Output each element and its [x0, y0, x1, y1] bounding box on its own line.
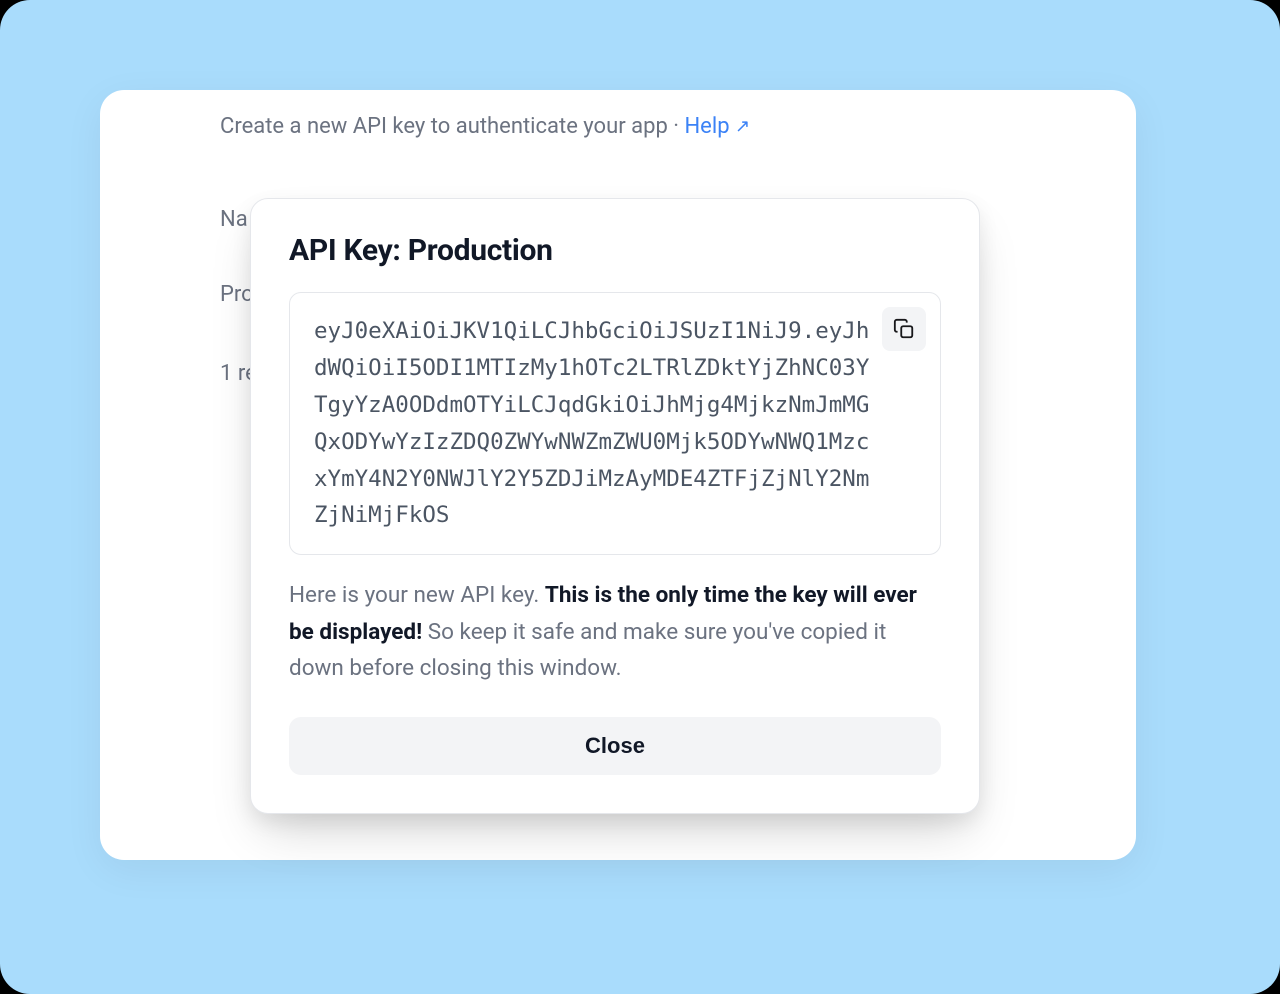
api-key-value[interactable]: eyJ0eXAiOiJKV1QiLCJhbGciOiJSUzI1NiJ9.eyJ…	[314, 313, 870, 534]
modal-title: API Key: Production	[289, 233, 941, 268]
page-subtitle-text: Create a new API key to authenticate you…	[220, 114, 684, 139]
api-key-box: eyJ0eXAiOiJKV1QiLCJhbGciOiJSUzI1NiJ9.eyJ…	[289, 292, 941, 555]
help-link[interactable]: Help ↗	[684, 114, 750, 139]
close-button[interactable]: Close	[289, 717, 941, 775]
warning-pre: Here is your new API key.	[289, 582, 545, 608]
page-subtitle-row: Create a new API key to authenticate you…	[220, 114, 1016, 139]
copy-button[interactable]	[882, 307, 926, 351]
warning-text: Here is your new API key. This is the on…	[289, 577, 941, 686]
help-link-label: Help	[684, 114, 729, 139]
copy-icon	[893, 318, 915, 340]
api-key-modal: API Key: Production eyJ0eXAiOiJKV1QiLCJh…	[250, 198, 980, 814]
external-link-icon: ↗	[735, 116, 750, 137]
close-button-label: Close	[585, 733, 645, 758]
